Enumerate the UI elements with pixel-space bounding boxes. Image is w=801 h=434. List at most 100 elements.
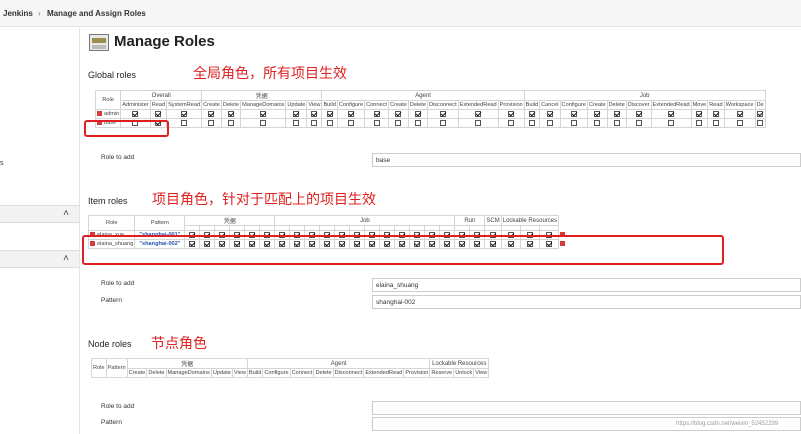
permission-checkbox[interactable] (326, 110, 333, 117)
permission-checkbox[interactable] (348, 110, 355, 117)
permission-checkbox[interactable] (132, 110, 139, 117)
permission-checkbox[interactable] (326, 119, 333, 126)
node-role-to-add-input[interactable] (372, 401, 801, 415)
permission-checkbox[interactable] (395, 119, 402, 126)
permission-column-header: Create (126, 368, 148, 378)
permission-checkbox[interactable] (414, 110, 421, 117)
sidebar-panel-1[interactable]: ˄ (0, 205, 79, 223)
permission-checkbox[interactable] (227, 119, 234, 126)
permission-cell (240, 109, 287, 119)
permission-checkbox[interactable] (528, 119, 535, 126)
permission-checkbox[interactable] (414, 119, 421, 126)
permission-checkbox[interactable] (712, 119, 719, 126)
permission-checkbox[interactable] (635, 119, 642, 126)
permission-cell (407, 118, 428, 128)
permission-checkbox[interactable] (570, 110, 577, 117)
permission-checkbox[interactable] (757, 119, 764, 126)
permission-cell (364, 109, 389, 119)
role-column-header: Role (94, 90, 122, 110)
chevron-up-icon[interactable]: ˄ (63, 208, 69, 219)
permission-checkbox[interactable] (311, 119, 318, 126)
permission-cell (539, 118, 561, 128)
permission-checkbox[interactable] (475, 119, 482, 126)
permission-checkbox[interactable] (508, 119, 515, 126)
breadcrumb-manage-roles[interactable]: Manage and Assign Roles (47, 9, 146, 18)
permission-checkbox[interactable] (293, 119, 300, 126)
permission-checkbox[interactable] (613, 119, 620, 126)
pattern-column-header: Pattern (134, 215, 186, 231)
permission-checkbox[interactable] (757, 110, 764, 117)
permission-checkbox[interactable] (475, 110, 482, 117)
permission-checkbox[interactable] (260, 110, 267, 117)
permission-column-header: Create (201, 100, 222, 110)
role-name-cell: admin (94, 109, 122, 119)
permission-checkbox[interactable] (181, 119, 188, 126)
permission-checkbox[interactable] (227, 110, 234, 117)
permission-checkbox[interactable] (668, 110, 675, 117)
node-roles-title: Node roles (88, 339, 132, 349)
permission-checkbox[interactable] (208, 119, 215, 126)
permission-checkbox[interactable] (736, 119, 743, 126)
permission-column-header: De (754, 100, 766, 110)
permission-column-header: Update (285, 100, 308, 110)
permission-checkbox[interactable] (293, 110, 300, 117)
permission-checkbox[interactable] (696, 110, 703, 117)
item-roles-annotation: 项目角色，针对于匹配上的项目生效 (152, 192, 376, 208)
permission-checkbox[interactable] (508, 110, 515, 117)
permission-column-header: Update (210, 368, 233, 378)
permission-column-header: Delete (220, 100, 242, 110)
permission-checkbox[interactable] (712, 110, 719, 117)
role-column-header: Role (87, 215, 136, 231)
permission-checkbox[interactable] (594, 110, 601, 117)
permission-group-header: Lockable Resources (429, 358, 490, 369)
permission-checkbox[interactable] (528, 110, 535, 117)
permission-column-header: Delete (606, 100, 627, 110)
permission-checkbox[interactable] (208, 110, 215, 117)
permission-cell (539, 109, 561, 119)
permission-checkbox[interactable] (635, 110, 642, 117)
permission-cell (625, 118, 652, 128)
permission-checkbox[interactable] (155, 110, 162, 117)
permission-checkbox[interactable] (439, 110, 446, 117)
global-role-to-add-input[interactable]: base (372, 153, 801, 167)
delete-role-icon[interactable] (97, 111, 102, 117)
permission-checkbox[interactable] (439, 119, 446, 126)
permission-checkbox[interactable] (373, 110, 380, 117)
permission-checkbox[interactable] (373, 119, 380, 126)
item-pattern-input[interactable]: shanghai-002 (372, 295, 801, 309)
item-role-to-add-input[interactable]: elaina_shuang (372, 278, 801, 292)
sidebar-panel-2[interactable]: ˄ (0, 250, 79, 268)
watermark: https://blog.csdn.net/weixin_52452299 (676, 421, 779, 427)
permission-checkbox[interactable] (546, 110, 553, 117)
permission-column-header: Disconnect (426, 100, 459, 110)
breadcrumb-jenkins[interactable]: Jenkins (3, 9, 33, 18)
permission-checkbox[interactable] (260, 119, 267, 126)
permission-checkbox[interactable] (594, 119, 601, 126)
permission-cell (285, 118, 308, 128)
permission-checkbox[interactable] (613, 110, 620, 117)
permission-checkbox[interactable] (736, 110, 743, 117)
permission-column-header: Configure (336, 100, 366, 110)
permission-cell (690, 118, 709, 128)
global-roles-annotation: 全局角色，所有项目生效 (193, 66, 347, 82)
permission-column-header: Configure (559, 100, 588, 110)
permission-column-header: View (306, 100, 323, 110)
base-row-highlight (84, 120, 169, 137)
permission-checkbox[interactable] (395, 110, 402, 117)
permission-checkbox[interactable] (348, 119, 355, 126)
permission-checkbox[interactable] (570, 119, 577, 126)
permission-group-header: Agent (246, 358, 431, 369)
role-column-header: Role (91, 358, 107, 378)
permission-column-header: Administer (120, 100, 151, 110)
permission-checkbox[interactable] (311, 110, 318, 117)
chevron-up-icon[interactable]: ˄ (63, 253, 69, 264)
permission-group-header: Job (274, 215, 456, 226)
permission-column-header: ManageDomains (165, 368, 212, 378)
permission-checkbox[interactable] (181, 110, 188, 117)
permission-cell (523, 118, 541, 128)
permission-checkbox[interactable] (696, 119, 703, 126)
permission-checkbox[interactable] (546, 119, 553, 126)
permission-checkbox[interactable] (668, 119, 675, 126)
permission-column-header: Discover (625, 100, 652, 110)
permission-group-header: Overall (120, 90, 203, 101)
